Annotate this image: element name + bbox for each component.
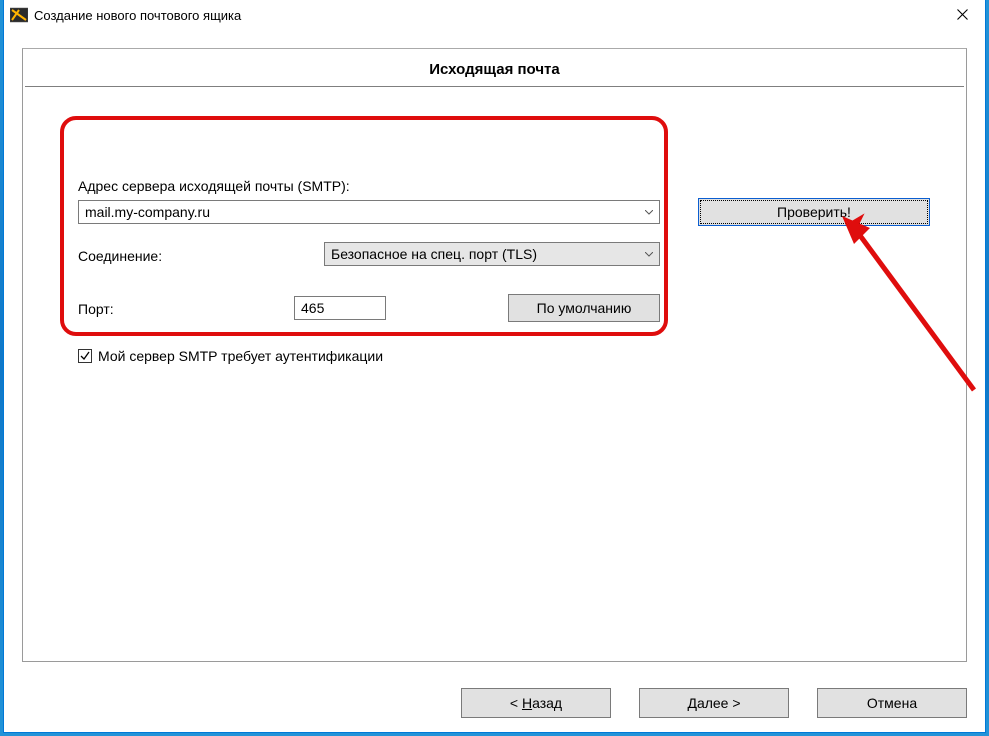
connection-value: Безопасное на спец. порт (TLS) (331, 246, 639, 262)
smtp-server-label: Адрес сервера исходящей почты (SMTP): (78, 178, 350, 194)
wizard-window: Создание нового почтового ящика Исходяща… (4, 0, 985, 732)
default-port-button[interactable]: По умолчанию (508, 294, 660, 322)
test-button-label: Проверить! (777, 204, 851, 220)
smtp-auth-label: Мой сервер SMTP требует аутентификации (98, 348, 383, 364)
back-button[interactable]: < Назад (461, 688, 611, 718)
smtp-server-combobox[interactable] (78, 200, 660, 224)
page-heading: Исходящая почта (25, 49, 964, 87)
chevron-down-icon[interactable] (639, 201, 659, 223)
window-title: Создание нового почтового ящика (34, 8, 939, 23)
wizard-footer: < Назад Далее > Отмена (4, 688, 967, 718)
connection-label: Соединение: (78, 248, 162, 264)
cancel-button-label: Отмена (867, 695, 917, 711)
connection-select[interactable]: Безопасное на спец. порт (TLS) (324, 242, 660, 266)
desktop-background: Создание нового почтового ящика Исходяща… (0, 0, 989, 736)
chevron-down-icon (639, 249, 659, 260)
test-button[interactable]: Проверить! (698, 198, 930, 226)
default-port-button-label: По умолчанию (537, 300, 632, 316)
smtp-auth-row: Мой сервер SMTP требует аутентификации (78, 348, 383, 364)
smtp-server-input[interactable] (79, 201, 639, 223)
next-button[interactable]: Далее > (639, 688, 789, 718)
close-icon (957, 8, 968, 22)
close-button[interactable] (939, 0, 985, 30)
app-icon (10, 6, 28, 24)
smtp-auth-checkbox[interactable] (78, 349, 92, 363)
titlebar: Создание нового почтового ящика (4, 0, 985, 30)
cancel-button[interactable]: Отмена (817, 688, 967, 718)
port-input[interactable] (294, 296, 386, 320)
port-label: Порт: (78, 301, 114, 317)
